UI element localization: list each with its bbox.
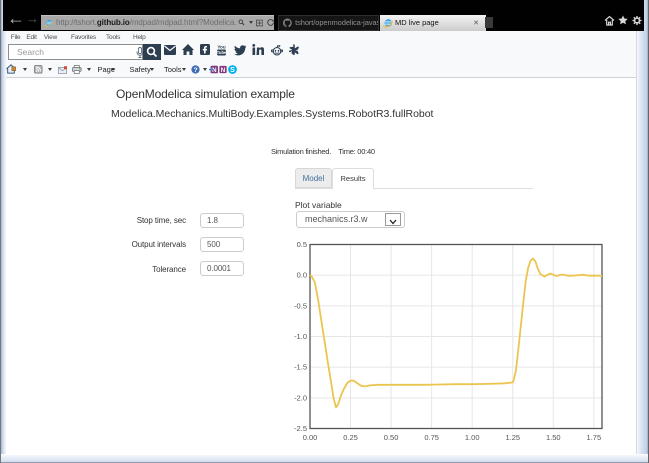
svg-text:1.75: 1.75 [587,433,602,442]
svg-text:-2.0: -2.0 [294,393,307,402]
svg-text:You: You [218,44,227,49]
svg-text:1.25: 1.25 [505,433,520,442]
svg-text:0.5: 0.5 [297,240,307,249]
svg-text:1.50: 1.50 [546,433,561,442]
svg-text:N: N [211,67,216,74]
svg-text:S: S [230,66,235,74]
svg-text:0.75: 0.75 [424,433,439,442]
svg-text:-1.0: -1.0 [294,332,307,341]
svg-text:0.25: 0.25 [343,433,358,442]
svg-text:?: ? [193,66,197,73]
svg-text:0.00: 0.00 [303,433,318,442]
svg-text:N: N [221,67,226,74]
svg-text:-0.5: -0.5 [294,301,307,310]
svg-text:1.00: 1.00 [465,433,480,442]
svg-text:0.50: 0.50 [384,433,399,442]
svg-text:Tube: Tube [217,50,226,55]
svg-text:0.0: 0.0 [297,271,307,280]
svg-text:-1.5: -1.5 [294,363,307,372]
svg-text:-2.5: -2.5 [294,424,307,433]
